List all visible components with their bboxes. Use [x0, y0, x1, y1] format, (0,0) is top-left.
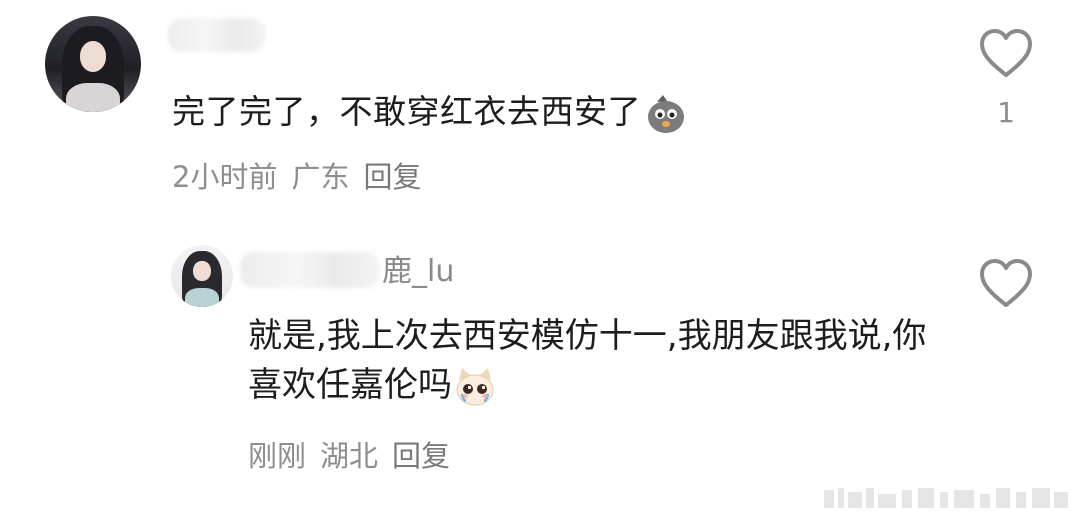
- avatar[interactable]: [45, 16, 141, 112]
- like-heart-icon[interactable]: [978, 258, 1034, 310]
- username-blurred[interactable]: [168, 18, 266, 52]
- reply-button[interactable]: 回复: [392, 439, 450, 473]
- comment-text: 完了完了，不敢穿红衣去西安了: [172, 88, 687, 136]
- reply-location: 湖北: [320, 439, 379, 473]
- like-heart-icon[interactable]: [978, 28, 1034, 80]
- comment-meta: 2小时前 广东 回复: [172, 158, 435, 196]
- crying-bird-emoji: [648, 94, 684, 133]
- avatar-face: [79, 40, 107, 72]
- avatar-body: [66, 83, 120, 112]
- avatar-face: [193, 261, 211, 281]
- reply-time: 刚刚: [248, 439, 307, 473]
- reply-button[interactable]: 回复: [363, 160, 421, 194]
- comment-location: 广东: [291, 160, 350, 194]
- like-count: 1: [997, 96, 1015, 129]
- reply-body: 就是,我上次去西安模仿十一,我朋友跟我说,你喜欢任嘉伦吗: [248, 316, 927, 405]
- reply-avatar[interactable]: [171, 245, 233, 307]
- comment-time: 2小时前: [172, 160, 278, 194]
- watermark: [824, 488, 1068, 508]
- avatar-body: [184, 288, 220, 307]
- teary-cat-emoji: [456, 367, 494, 405]
- username-blurred[interactable]: [240, 252, 380, 288]
- reply-text: 就是,我上次去西安模仿十一,我朋友跟我说,你喜欢任嘉伦吗: [248, 312, 928, 410]
- reply-username[interactable]: 鹿_lu: [382, 252, 454, 292]
- reply-meta: 刚刚 湖北 回复: [248, 437, 464, 475]
- comment-body: 完了完了，不敢穿红衣去西安了: [172, 92, 641, 131]
